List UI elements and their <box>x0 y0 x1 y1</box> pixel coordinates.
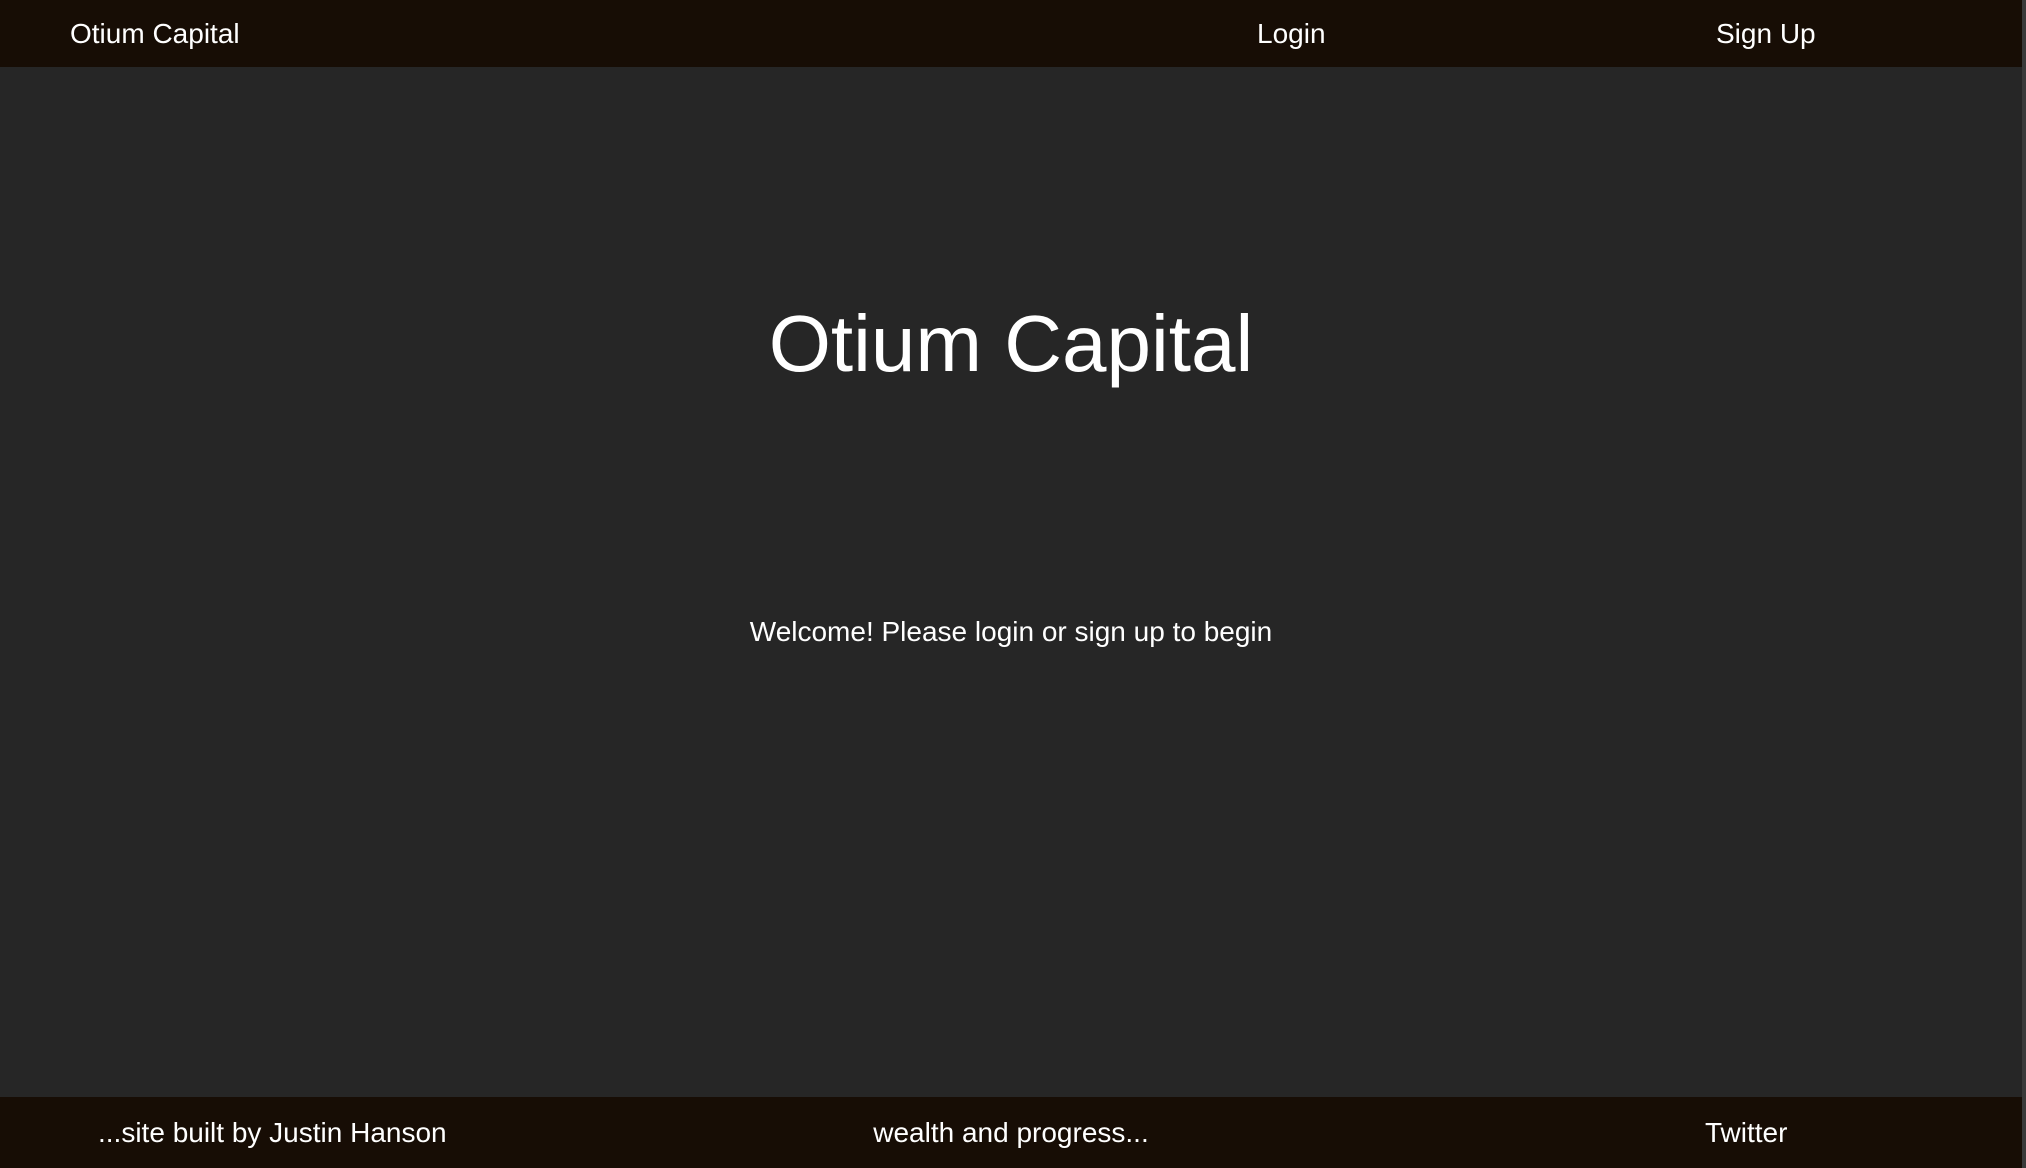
signup-link[interactable]: Sign Up <box>1716 0 1816 67</box>
footer: wealth and progress... ...site built by … <box>0 1097 2022 1168</box>
welcome-message: Welcome! Please login or sign up to begi… <box>749 616 1273 647</box>
brand-link[interactable]: Otium Capital <box>70 0 240 67</box>
footer-credit: ...site built by Justin Hanson <box>98 1117 447 1148</box>
page-title: Otium Capital <box>768 299 1254 388</box>
login-link[interactable]: Login <box>1257 0 1326 67</box>
twitter-link[interactable]: Twitter <box>1705 1097 1787 1168</box>
window-edge <box>2022 0 2026 1168</box>
main-content: Otium Capital Welcome! Please login or s… <box>0 67 2022 1097</box>
top-navbar: Otium Capital Login Sign Up <box>0 0 2022 67</box>
